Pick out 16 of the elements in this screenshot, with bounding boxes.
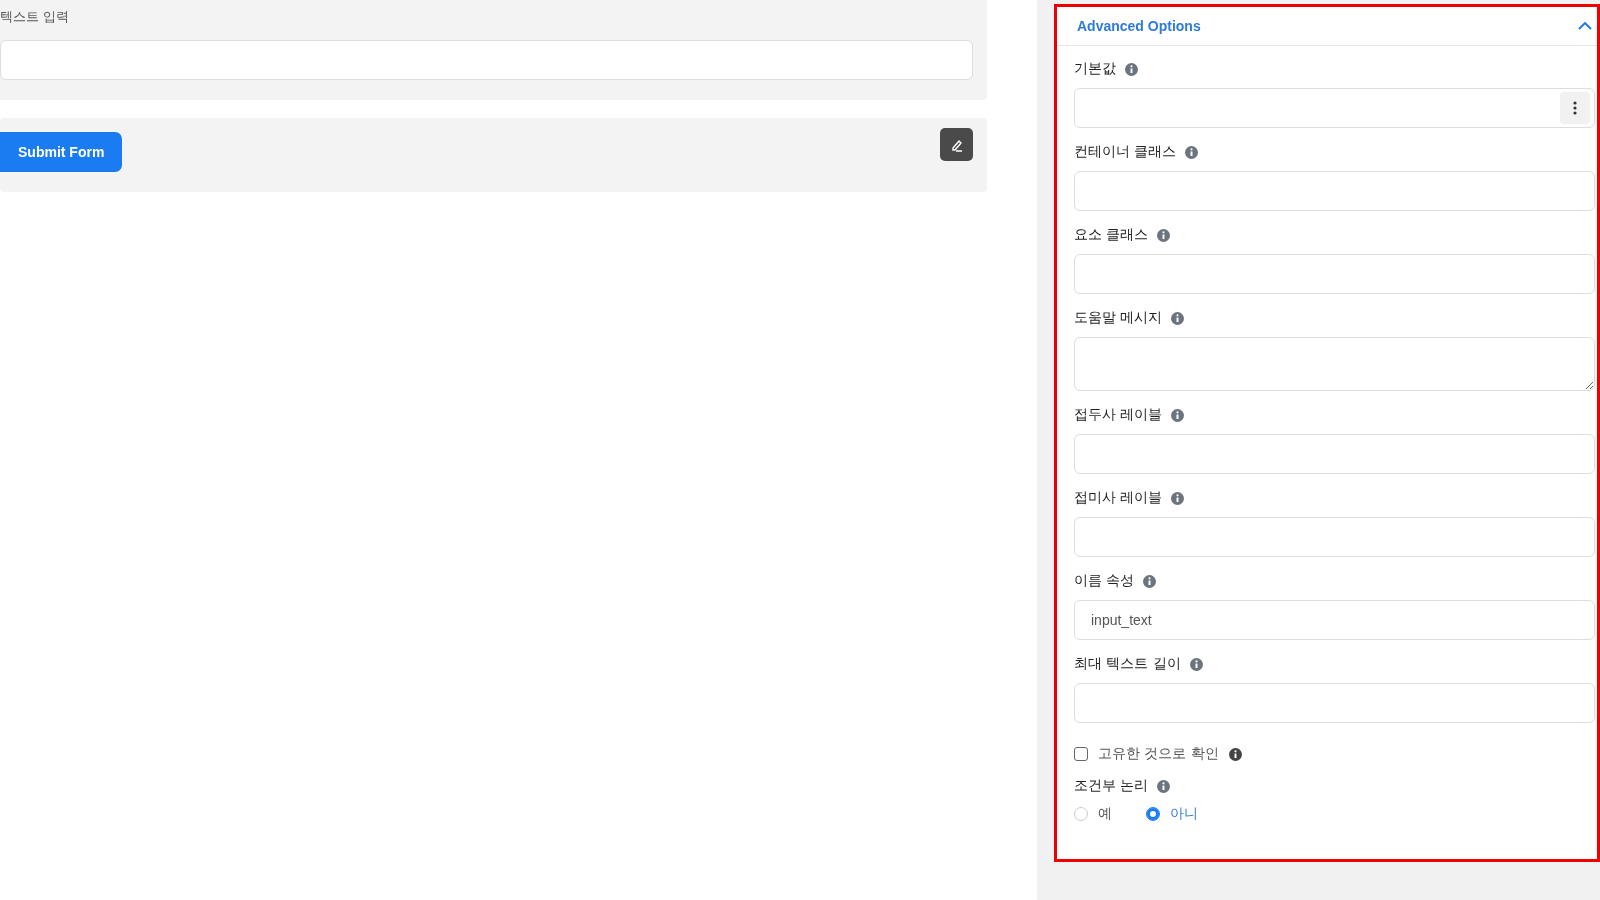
submit-button[interactable]: Submit Form (0, 132, 123, 172)
field-label: 조건부 논리 (1074, 777, 1149, 795)
field-label: 도움말 메시지 (1074, 309, 1163, 327)
field-label: 최대 텍스트 길이 (1074, 655, 1181, 673)
field-label: 기본값 (1074, 60, 1116, 78)
radio-label: 예 (1098, 805, 1112, 823)
radio-label: 아니 (1170, 805, 1198, 823)
advanced-options-header[interactable]: Advanced Options (1057, 7, 1597, 46)
text-field[interactable]: input_text (1074, 600, 1595, 640)
field-label: 접미사 레이블 (1074, 489, 1163, 507)
field-label: 이름 속성 (1074, 572, 1135, 590)
checkbox-label: 고유한 것으로 확인 (1098, 745, 1219, 763)
field-label: 요소 클래스 (1074, 226, 1149, 244)
field-label: 텍스트 입력 (0, 8, 71, 26)
field-label: 컨테이너 클래스 (1074, 143, 1177, 161)
field-label: 접두사 레이블 (1074, 406, 1163, 424)
